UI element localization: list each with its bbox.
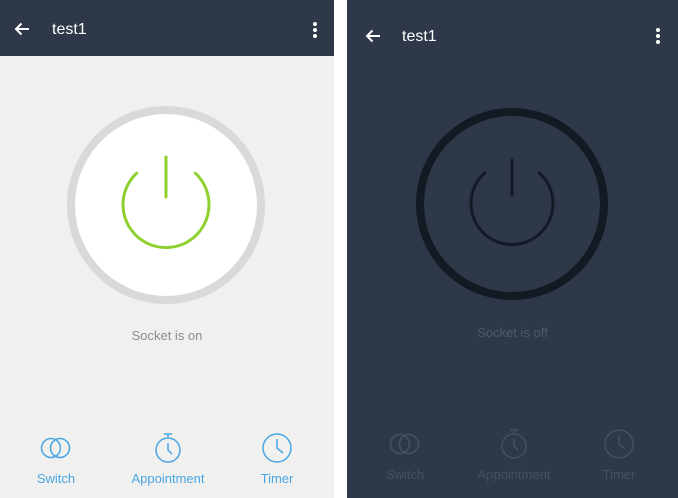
socket-status: Socket is on [131,328,203,343]
timer-label: Timer [260,471,294,486]
timer-label: Timer [602,467,636,482]
appointment-label: Appointment [131,471,205,486]
timer-button[interactable]: Timer [569,428,669,482]
power-button[interactable] [415,107,609,301]
appointment-label: Appointment [477,467,551,482]
app-bar: test1 [347,0,678,62]
power-button[interactable] [66,105,266,305]
stopwatch-icon [501,429,527,459]
page-title: test1 [402,28,437,45]
toggle-circles-icon [389,433,420,455]
appointment-button[interactable]: Appointment [118,432,218,486]
socket-off-screen: test1 Socket is off Switch Appointment T… [347,0,678,498]
timer-button[interactable]: Timer [227,432,327,486]
socket-status: Socket is off [477,325,548,340]
stopwatch-icon [155,433,181,463]
toggle-circles-icon [40,437,71,459]
switch-button[interactable]: Switch [355,428,455,482]
more-vertical-icon[interactable] [655,27,661,45]
appointment-button[interactable]: Appointment [464,428,564,482]
app-bar: test1 [0,0,334,56]
clock-icon [604,429,634,459]
socket-on-screen: test1 Socket is on Switch Appointment Ti… [0,0,334,498]
bottom-nav: Switch Appointment Timer [0,432,334,492]
switch-label: Switch [385,467,425,482]
page-title: test1 [52,21,87,38]
arrow-left-icon[interactable] [364,27,382,45]
more-vertical-icon[interactable] [312,21,318,39]
clock-icon [262,433,292,463]
switch-button[interactable]: Switch [6,432,106,486]
bottom-nav: Switch Appointment Timer [347,428,678,488]
power-icon [469,158,555,246]
arrow-left-icon[interactable] [13,20,31,38]
switch-label: Switch [36,471,76,486]
